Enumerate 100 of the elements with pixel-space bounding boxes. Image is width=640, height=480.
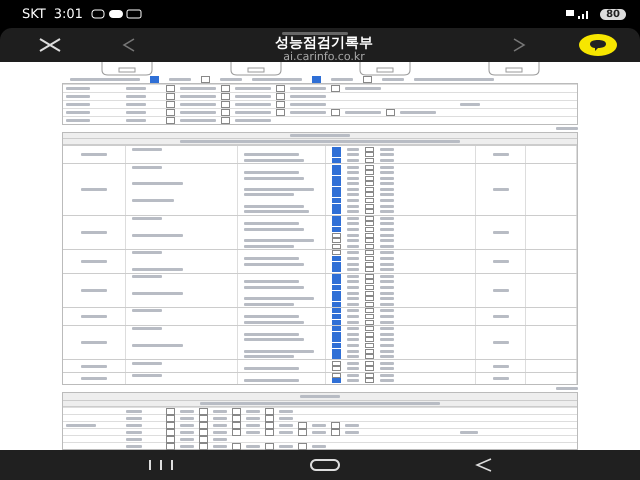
checkbox[interactable]: [332, 342, 341, 348]
back-button[interactable]: [122, 37, 136, 53]
checkbox[interactable]: [276, 101, 285, 108]
checkbox[interactable]: [365, 348, 374, 354]
checkbox[interactable]: [331, 85, 340, 92]
checkbox[interactable]: [265, 422, 274, 429]
checkbox[interactable]: [166, 109, 175, 116]
checkbox[interactable]: [265, 408, 274, 415]
checkbox[interactable]: [331, 429, 340, 436]
checkbox[interactable]: [386, 109, 395, 116]
checkbox[interactable]: [199, 443, 208, 450]
checkbox[interactable]: [365, 176, 374, 181]
checkbox[interactable]: [365, 320, 374, 325]
checkbox[interactable]: [332, 244, 341, 249]
checkbox[interactable]: [332, 326, 341, 332]
checkbox[interactable]: [232, 422, 241, 429]
checkbox[interactable]: [332, 284, 341, 290]
checkbox[interactable]: [166, 436, 175, 443]
checkbox[interactable]: [332, 296, 341, 302]
checkbox[interactable]: [332, 290, 341, 296]
checkbox[interactable]: [232, 415, 241, 422]
checkbox[interactable]: [365, 158, 374, 163]
checkbox[interactable]: [166, 422, 175, 429]
checkbox[interactable]: [365, 314, 374, 319]
checkbox[interactable]: [332, 209, 341, 214]
checkbox[interactable]: [332, 262, 341, 267]
checkbox[interactable]: [365, 274, 374, 279]
checkbox[interactable]: [332, 181, 341, 186]
checkbox[interactable]: [365, 378, 374, 384]
checkbox[interactable]: [201, 76, 210, 84]
checkbox[interactable]: [332, 198, 341, 204]
checkbox[interactable]: [332, 216, 341, 221]
checkbox[interactable]: [221, 117, 230, 124]
checkbox[interactable]: [166, 85, 175, 92]
checkbox[interactable]: [332, 372, 341, 378]
checkbox[interactable]: [365, 262, 374, 267]
checkbox[interactable]: [332, 238, 341, 244]
checkbox[interactable]: [365, 164, 374, 170]
checkbox[interactable]: [365, 192, 374, 198]
checkbox[interactable]: [332, 250, 341, 256]
checkbox[interactable]: [199, 422, 208, 429]
checkbox[interactable]: [332, 354, 341, 360]
checkbox[interactable]: [298, 443, 307, 450]
checkbox[interactable]: [166, 429, 175, 436]
checkbox[interactable]: [365, 227, 374, 232]
checkbox[interactable]: [221, 85, 230, 92]
checkbox[interactable]: [365, 354, 374, 360]
checkbox[interactable]: [265, 415, 274, 422]
checkbox[interactable]: [298, 422, 307, 429]
checkbox[interactable]: [363, 76, 372, 84]
checkbox[interactable]: [332, 164, 341, 170]
checkbox[interactable]: [332, 221, 341, 226]
checkbox[interactable]: [365, 302, 374, 307]
checkbox[interactable]: [365, 284, 374, 290]
checkbox[interactable]: [312, 76, 321, 84]
checkbox[interactable]: [199, 408, 208, 415]
checkbox[interactable]: [365, 238, 374, 244]
checkbox[interactable]: [332, 158, 341, 163]
checkbox[interactable]: [332, 308, 341, 314]
checkbox[interactable]: [365, 372, 374, 378]
checkbox[interactable]: [365, 244, 374, 249]
checkbox[interactable]: [365, 152, 374, 158]
checkbox[interactable]: [276, 93, 285, 100]
checkbox[interactable]: [365, 296, 374, 302]
home-button[interactable]: [310, 459, 340, 471]
checkbox[interactable]: [332, 204, 341, 209]
checkbox[interactable]: [166, 93, 175, 100]
checkbox[interactable]: [365, 170, 374, 176]
checkbox[interactable]: [166, 101, 175, 108]
checkbox[interactable]: [332, 320, 341, 325]
checkbox[interactable]: [365, 198, 374, 204]
checkbox[interactable]: [166, 443, 175, 450]
checkbox[interactable]: [332, 314, 341, 319]
checkbox[interactable]: [332, 332, 341, 337]
checkbox[interactable]: [331, 109, 340, 116]
checkbox[interactable]: [232, 408, 241, 415]
checkbox[interactable]: [365, 326, 374, 332]
checkbox[interactable]: [365, 216, 374, 221]
checkbox[interactable]: [332, 279, 341, 284]
checkbox[interactable]: [166, 415, 175, 422]
checkbox[interactable]: [365, 204, 374, 209]
checkbox[interactable]: [365, 332, 374, 337]
checkbox[interactable]: [166, 117, 175, 124]
back-nav-button[interactable]: [474, 458, 493, 472]
checkbox[interactable]: [365, 290, 374, 296]
checkbox[interactable]: [365, 366, 374, 372]
checkbox[interactable]: [276, 109, 285, 116]
checkbox[interactable]: [332, 170, 341, 176]
recent-apps-button[interactable]: [147, 459, 176, 471]
checkbox[interactable]: [332, 337, 341, 342]
checkbox[interactable]: [365, 308, 374, 314]
checkbox[interactable]: [221, 109, 230, 116]
close-button[interactable]: [38, 38, 62, 52]
checkbox[interactable]: [232, 429, 241, 436]
checkbox[interactable]: [365, 279, 374, 284]
checkbox[interactable]: [365, 232, 374, 238]
checkbox[interactable]: [332, 232, 341, 238]
checkbox[interactable]: [199, 429, 208, 436]
checkbox[interactable]: [365, 209, 374, 214]
checkbox[interactable]: [221, 101, 230, 108]
